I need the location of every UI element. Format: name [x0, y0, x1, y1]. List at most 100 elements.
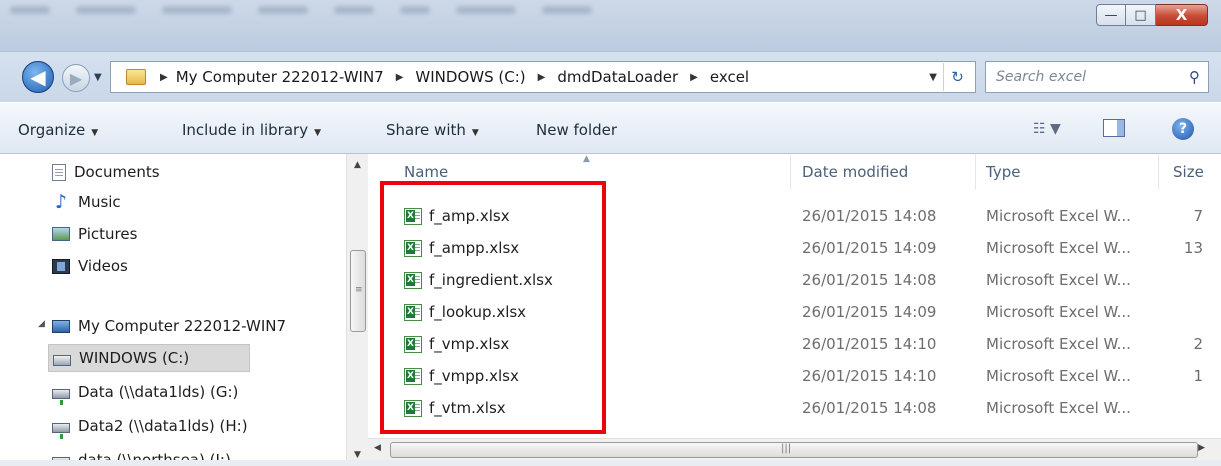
- close-button[interactable]: X: [1156, 4, 1208, 26]
- forward-button[interactable]: ▶: [62, 64, 90, 92]
- table-row[interactable]: f_vtm.xlsx 26/01/2015 14:08 Microsoft Ex…: [368, 392, 1221, 424]
- minimize-button[interactable]: —: [1096, 4, 1126, 26]
- file-name-cell[interactable]: f_ampp.xlsx: [404, 239, 519, 257]
- nav-item-data-g[interactable]: Data (\\data1lds) (G:): [52, 378, 238, 406]
- excel-file-icon: [404, 399, 422, 417]
- include-in-library-button[interactable]: Include in library ▼: [182, 121, 321, 139]
- address-row: ◀ ▶ ▼ ▶ My Computer 222012-WIN7 ▶ WINDOW…: [0, 52, 1221, 102]
- breadcrumb-arrow-icon[interactable]: ▶: [396, 72, 404, 83]
- file-size: 1: [1193, 367, 1203, 385]
- breadcrumb-current[interactable]: excel: [710, 68, 749, 86]
- breadcrumb-computer[interactable]: My Computer 222012-WIN7: [176, 68, 384, 86]
- file-list: ▲ Name Date modified Type Size f_amp.xls…: [368, 154, 1221, 438]
- expand-icon[interactable]: ◢: [38, 319, 45, 329]
- chevron-down-icon: ▼: [91, 128, 99, 138]
- table-row[interactable]: f_ingredient.xlsx 26/01/2015 14:08 Micro…: [368, 264, 1221, 296]
- help-icon[interactable]: ?: [1172, 118, 1194, 140]
- nav-item-label: Data (\\data1lds) (G:): [78, 383, 239, 401]
- file-name-cell[interactable]: f_vmp.xlsx: [404, 335, 509, 353]
- computer-icon: [52, 319, 70, 333]
- search-placeholder: Search excel: [996, 69, 1086, 85]
- column-divider[interactable]: [1158, 154, 1159, 190]
- chevron-down-icon: ▼: [471, 128, 479, 138]
- breadcrumb-folder[interactable]: dmdDataLoader: [557, 68, 678, 86]
- sort-ascending-icon: ▲: [583, 154, 590, 164]
- file-name-cell[interactable]: f_amp.xlsx: [404, 207, 510, 225]
- search-input[interactable]: Search excel ⚲: [985, 61, 1209, 93]
- maximize-button[interactable]: □: [1126, 4, 1156, 26]
- navigation-scrollbar[interactable]: ▲ ≡ ▼: [346, 154, 368, 466]
- scroll-up-icon[interactable]: ▲: [354, 160, 361, 170]
- address-bar[interactable]: ▶ My Computer 222012-WIN7 ▶ WINDOWS (C:)…: [110, 61, 976, 93]
- file-list-horizontal-scrollbar[interactable]: ◀ ||| ▶: [368, 438, 1221, 460]
- file-name: f_vmpp.xlsx: [429, 367, 519, 385]
- file-date: 26/01/2015 14:10: [802, 335, 937, 353]
- nav-item-label: Music: [78, 193, 121, 211]
- breadcrumb-drive[interactable]: WINDOWS (C:): [415, 68, 525, 86]
- share-with-label: Share with: [386, 121, 466, 139]
- file-name-cell[interactable]: f_vtm.xlsx: [404, 399, 506, 417]
- file-name-cell[interactable]: f_vmpp.xlsx: [404, 367, 519, 385]
- column-divider[interactable]: [975, 154, 976, 190]
- nav-item-music[interactable]: ♪ Music: [52, 188, 121, 216]
- column-header-size[interactable]: Size: [1173, 154, 1204, 190]
- table-row[interactable]: f_ampp.xlsx 26/01/2015 14:09 Microsoft E…: [368, 232, 1221, 264]
- nav-item-label: Videos: [78, 257, 128, 275]
- file-size: 7: [1193, 207, 1203, 225]
- file-name: f_lookup.xlsx: [429, 303, 527, 321]
- nav-item-windows-c[interactable]: WINDOWS (C:): [48, 344, 251, 372]
- file-name: f_ampp.xlsx: [429, 239, 520, 257]
- nav-item-computer[interactable]: My Computer 222012-WIN7: [52, 312, 286, 340]
- column-header-type[interactable]: Type: [986, 154, 1020, 190]
- scroll-thumb[interactable]: ≡: [350, 250, 366, 332]
- title-bar: — □ X: [0, 0, 1221, 52]
- nav-item-videos[interactable]: Videos: [52, 252, 128, 280]
- file-name-cell[interactable]: f_lookup.xlsx: [404, 303, 526, 321]
- scroll-down-icon[interactable]: ▼: [354, 450, 361, 460]
- table-row[interactable]: f_lookup.xlsx 26/01/2015 14:09 Microsoft…: [368, 296, 1221, 328]
- excel-file-icon: [404, 271, 422, 289]
- share-with-button[interactable]: Share with ▼: [386, 121, 479, 139]
- nav-item-pictures[interactable]: Pictures: [52, 220, 137, 248]
- new-folder-button[interactable]: New folder: [536, 121, 617, 139]
- file-name-cell[interactable]: f_ingredient.xlsx: [404, 271, 553, 289]
- refresh-button[interactable]: ↻: [943, 63, 971, 91]
- search-icon[interactable]: ⚲: [1189, 68, 1200, 86]
- include-in-library-label: Include in library: [182, 121, 309, 139]
- table-row[interactable]: f_amp.xlsx 26/01/2015 14:08 Microsoft Ex…: [368, 200, 1221, 232]
- navigation-pane: Documents ♪ Music Pictures Videos ◢ My C…: [0, 154, 346, 466]
- back-button[interactable]: ◀: [22, 61, 54, 93]
- breadcrumb-arrow-icon[interactable]: ▶: [538, 72, 546, 83]
- column-divider[interactable]: [790, 154, 791, 190]
- excel-file-icon: [404, 239, 422, 257]
- scroll-thumb[interactable]: |||: [390, 442, 1198, 458]
- scroll-left-icon[interactable]: ◀: [374, 443, 381, 453]
- file-type: Microsoft Excel W...: [986, 303, 1131, 321]
- file-size: 13: [1183, 239, 1203, 257]
- documents-icon: [52, 163, 66, 181]
- pictures-icon: [52, 227, 70, 241]
- organize-button[interactable]: Organize ▼: [18, 121, 98, 139]
- nav-item-data2-h[interactable]: Data2 (\\data1lds) (H:): [52, 412, 248, 440]
- scroll-right-icon[interactable]: ▶: [1198, 443, 1205, 453]
- column-header-date[interactable]: Date modified: [802, 154, 908, 190]
- column-header-name[interactable]: Name: [404, 154, 448, 190]
- window-bottom-edge: [0, 460, 1221, 466]
- file-date: 26/01/2015 14:09: [802, 239, 937, 257]
- table-row[interactable]: f_vmp.xlsx 26/01/2015 14:10 Microsoft Ex…: [368, 328, 1221, 360]
- file-type: Microsoft Excel W...: [986, 335, 1131, 353]
- table-row[interactable]: f_vmpp.xlsx 26/01/2015 14:10 Microsoft E…: [368, 360, 1221, 392]
- breadcrumb-arrow-icon[interactable]: ▶: [690, 72, 698, 83]
- change-view-icon[interactable]: ☷ ▼: [1033, 121, 1061, 137]
- videos-icon: [52, 258, 70, 274]
- nav-item-label: Pictures: [78, 225, 138, 243]
- nav-item-documents[interactable]: Documents: [52, 158, 160, 186]
- excel-file-icon: [404, 335, 422, 353]
- nav-item-label: Data2 (\\data1lds) (H:): [78, 417, 248, 435]
- breadcrumb-arrow-icon[interactable]: ▶: [160, 72, 168, 83]
- preview-pane-icon[interactable]: [1103, 119, 1125, 137]
- file-type: Microsoft Excel W...: [986, 271, 1131, 289]
- address-dropdown-icon[interactable]: ▼: [929, 72, 937, 83]
- recent-locations-dropdown[interactable]: ▼: [94, 72, 102, 83]
- file-name: f_vmp.xlsx: [429, 335, 510, 353]
